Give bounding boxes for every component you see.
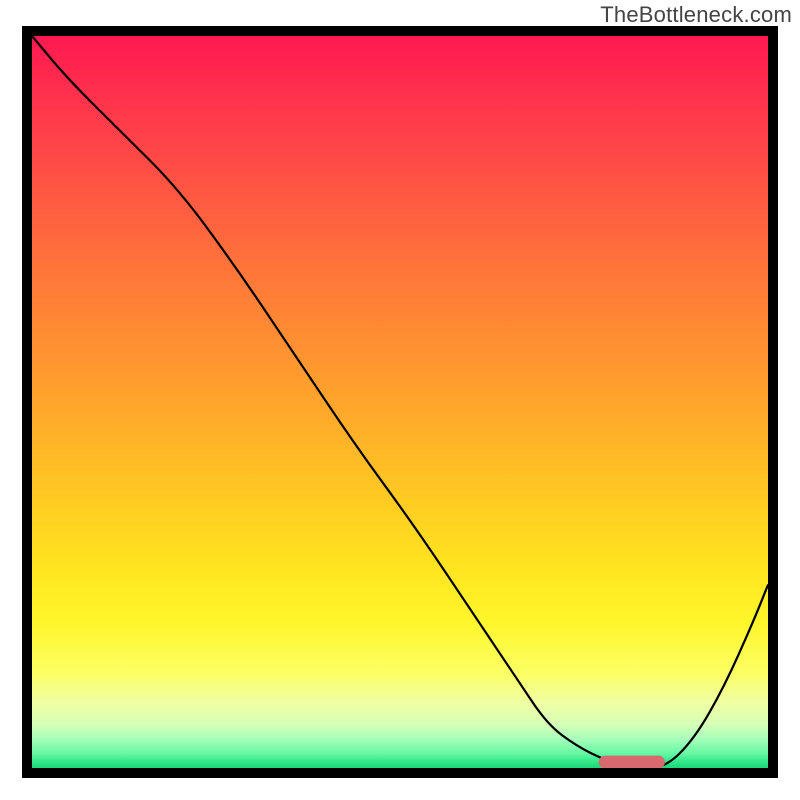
chart-container: TheBottleneck.com [0, 0, 800, 800]
optimal-zone-marker [599, 756, 665, 768]
bottleneck-curve-path [32, 36, 768, 768]
plot-area [32, 36, 768, 768]
bottleneck-curve-svg [32, 36, 768, 768]
watermark-text: TheBottleneck.com [600, 2, 792, 28]
plot-frame [22, 26, 778, 778]
